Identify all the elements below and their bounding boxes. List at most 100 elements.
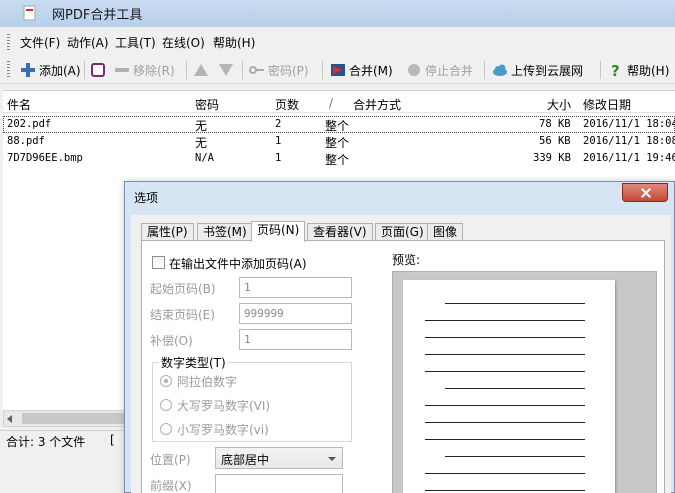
toolbar-separator — [484, 61, 485, 79]
merge-label: 合并(M) — [349, 63, 393, 78]
svg-text:?: ? — [611, 62, 620, 78]
prefix-label: 前缀(X) — [150, 479, 192, 493]
plus-icon — [21, 63, 35, 77]
menu-bar: 文件(F) 动作(A) 工具(T) 在线(O) 帮助(H) — [0, 31, 675, 53]
file-size: 56 KB — [539, 135, 571, 147]
preview-text-line — [425, 490, 585, 491]
tab-image[interactable]: 图像 — [427, 223, 464, 241]
app-icon — [23, 5, 36, 21]
table-row[interactable]: 202.pdf 无 2 整个 78 KB 2016/11/1 18:04 — [3, 116, 675, 133]
clear-list-icon — [91, 63, 105, 77]
help-label: 帮助(H) — [627, 63, 670, 78]
upper-roman-radio[interactable] — [160, 399, 172, 411]
menu-file[interactable]: 文件(F) — [20, 34, 60, 51]
table-row[interactable]: 88.pdf 无 1 整个 56 KB 2016/11/1 18:08 — [3, 133, 675, 150]
offset-label: 补偿(O) — [150, 334, 193, 348]
preview-text-line — [445, 303, 585, 304]
position-label: 位置(P) — [150, 453, 191, 467]
column-header-pages[interactable]: 页数 — [275, 96, 299, 113]
triangle-up-icon — [194, 64, 208, 76]
merge-button[interactable]: 合并(M) — [330, 60, 393, 80]
add-page-numbers-checkbox[interactable] — [152, 256, 165, 269]
toolbar-separator — [242, 61, 243, 79]
toolbar-separator — [84, 61, 85, 79]
sort-indicator: / — [329, 96, 334, 110]
menu-grip — [7, 34, 10, 50]
toolbar: 添加(A) 移除(R) 密码(P) 合并(M) 停止合并 上传到云展网 ? 帮助… — [0, 56, 675, 84]
preview-text-line — [425, 354, 585, 355]
password-label: 密码(P) — [268, 63, 309, 78]
add-label: 添加(A) — [39, 63, 81, 78]
start-page-input[interactable]: 1 — [239, 277, 352, 298]
column-header-password[interactable]: 密码 — [195, 96, 219, 113]
dialog-body: 属性(P) 书签(M) 页码(N) 查看器(V) 页面(G) 图像 在输出文件中… — [131, 215, 671, 493]
move-down-button[interactable] — [218, 60, 234, 80]
file-merge-mode: 整个 — [325, 119, 350, 133]
tab-bookmarks[interactable]: 书签(M) — [197, 223, 253, 241]
table-row[interactable]: 7D7D96EE.bmp N/A 1 整个 339 KB 2016/11/1 1… — [3, 150, 675, 167]
arabic-numerals-label: 阿拉伯数字 — [177, 375, 238, 389]
offset-input[interactable]: 1 — [239, 329, 352, 350]
tab-viewer[interactable]: 查看器(V) — [307, 223, 373, 241]
file-size: 339 KB — [533, 152, 571, 164]
remove-button[interactable]: 移除(R) — [114, 60, 175, 80]
file-password: 无 — [195, 119, 208, 133]
menu-online[interactable]: 在线(O) — [162, 34, 205, 51]
file-merge-mode: 整个 — [325, 153, 350, 167]
move-up-button[interactable] — [193, 60, 209, 80]
help-button[interactable]: ? 帮助(H) — [608, 60, 669, 80]
preview-text-line — [425, 405, 585, 406]
end-page-input[interactable]: 999999 — [239, 303, 352, 324]
preview-text-line — [425, 439, 585, 440]
add-page-numbers-label: 在输出文件中添加页码(A) — [169, 257, 307, 271]
column-header-size[interactable]: 大小 — [547, 96, 571, 113]
upload-button[interactable]: 上传到云展网 — [492, 60, 583, 80]
lower-roman-radio[interactable] — [160, 423, 172, 435]
list-header: 件名 密码 页数 / 合并方式 大小 修改日期 — [3, 91, 675, 113]
tab-properties[interactable]: 属性(P) — [141, 223, 194, 241]
stop-merge-label: 停止合并 — [425, 63, 474, 78]
upper-roman-label: 大写罗马数字(VI) — [177, 399, 271, 413]
preview-text-line — [445, 388, 585, 389]
column-header-date[interactable]: 修改日期 — [583, 96, 631, 113]
arabic-numerals-radio[interactable] — [160, 375, 172, 387]
toolbar-separator — [186, 61, 187, 79]
position-value: 底部居中 — [221, 453, 270, 467]
key-icon — [249, 66, 264, 74]
scroll-thumb[interactable] — [22, 413, 127, 424]
horizontal-scrollbar[interactable] — [3, 410, 133, 427]
status-panel: [ — [110, 433, 115, 447]
column-header-merge-mode[interactable]: 合并方式 — [353, 96, 401, 113]
menu-action[interactable]: 动作(A) — [67, 34, 109, 51]
toolbar-grip — [7, 61, 10, 79]
menu-help[interactable]: 帮助(H) — [213, 34, 255, 51]
file-date: 2016/11/1 18:08 — [583, 135, 675, 147]
prefix-input[interactable] — [215, 474, 343, 493]
file-password: N/A — [195, 152, 214, 164]
file-date: 2016/11/1 19:46 — [583, 152, 675, 164]
cloud-icon — [493, 64, 507, 76]
tab-page-numbers[interactable]: 页码(N) — [251, 221, 306, 242]
file-password: 无 — [195, 136, 208, 150]
close-icon[interactable] — [622, 183, 668, 202]
preview-frame — [392, 271, 657, 493]
title-bar: 网PDF合并工具 — [0, 0, 675, 27]
password-button[interactable]: 密码(P) — [249, 60, 309, 80]
page-numbers-panel: 在输出文件中添加页码(A) 起始页码(B) 1 结束页码(E) 999999 补… — [141, 240, 665, 493]
clear-button[interactable] — [90, 60, 106, 80]
column-header-name[interactable]: 件名 — [7, 96, 31, 113]
toolbar-separator — [322, 61, 323, 79]
file-pages: 1 — [275, 152, 282, 164]
position-select[interactable]: 底部居中 — [215, 447, 343, 469]
stop-merge-button[interactable]: 停止合并 — [406, 60, 473, 80]
scroll-left-icon[interactable] — [7, 415, 12, 423]
preview-text-line — [425, 473, 585, 474]
add-button[interactable]: 添加(A) — [20, 60, 81, 80]
start-page-label: 起始页码(B) — [150, 282, 216, 296]
tab-page[interactable]: 页面(G) — [375, 223, 430, 241]
file-merge-mode: 整个 — [325, 136, 350, 150]
preview-text-line — [445, 456, 585, 457]
preview-page — [403, 280, 615, 493]
options-dialog: 选项 属性(P) 书签(M) 页码(N) 查看器(V) 页面(G) 图像 在输出… — [124, 181, 675, 493]
menu-tools[interactable]: 工具(T) — [115, 34, 156, 51]
